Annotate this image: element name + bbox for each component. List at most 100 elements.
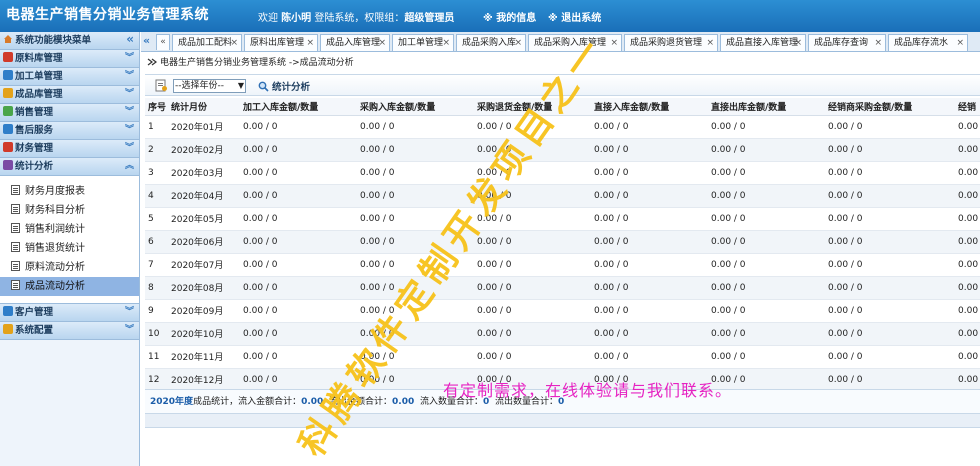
tab[interactable]: 加工单管理 × <box>392 34 454 51</box>
chevron-down-icon[interactable]: ︾ <box>125 122 134 139</box>
module-icon <box>3 88 13 98</box>
stat-analysis-button[interactable]: 统计分析 <box>258 79 310 93</box>
column-header[interactable]: 直接出库金额/数量 <box>708 98 825 116</box>
table-cell: 0.00 / 0 <box>474 322 591 346</box>
close-icon[interactable]: × <box>378 35 386 51</box>
table-cell: 0.00 / 0 <box>240 322 357 346</box>
table-row[interactable]: 3 2020年03月 0.00 / 0 0.00 / 0 0.00 / 0 0.00 / … <box>145 161 980 185</box>
table-cell: 7 <box>145 253 168 277</box>
close-icon[interactable]: × <box>706 35 714 51</box>
sidebar-group[interactable]: 成品库管理 ︾ <box>0 86 139 104</box>
tab[interactable]: 成品采购入库管理 × <box>528 34 622 51</box>
chevron-down-icon[interactable]: ︾ <box>125 304 134 321</box>
table-row[interactable]: 9 2020年09月 0.00 / 0 0.00 / 0 0.00 / 0 0.00 / … <box>145 299 980 323</box>
sidebar-group[interactable]: 系统配置 ︾ <box>0 322 139 340</box>
sidebar-item[interactable]: 原料流动分析 <box>0 258 139 277</box>
table-cell: 0.00 <box>955 345 980 369</box>
sidebar-group[interactable]: 加工单管理 ︾ <box>0 68 139 86</box>
table-row[interactable]: 4 2020年04月 0.00 / 0 0.00 / 0 0.00 / 0 0.00 / … <box>145 184 980 208</box>
tab[interactable]: 原料出库管理 × <box>244 34 318 51</box>
tab[interactable]: 成品采购入库 × <box>456 34 526 51</box>
chevron-up-icon[interactable]: ︽ <box>125 158 134 175</box>
column-header[interactable]: 直接入库金额/数量 <box>591 98 708 116</box>
tab[interactable]: 成品入库管理 × <box>320 34 390 51</box>
close-icon[interactable]: × <box>610 35 618 51</box>
tab[interactable]: 成品采购退货管理 × <box>624 34 718 51</box>
table-row[interactable]: 8 2020年08月 0.00 / 0 0.00 / 0 0.00 / 0 0.00 / … <box>145 276 980 300</box>
table-cell: 0.00 / 0 <box>357 253 474 277</box>
table-row[interactable]: 7 2020年07月 0.00 / 0 0.00 / 0 0.00 / 0 0.00 / … <box>145 253 980 277</box>
year-select[interactable]: --选择年份-- ▼ <box>173 79 246 93</box>
sidebar-item-label: 销售利润统计 <box>25 224 85 235</box>
table-row[interactable]: 6 2020年06月 0.00 / 0 0.00 / 0 0.00 / 0 0.00 / … <box>145 230 980 254</box>
chevron-down-icon[interactable]: ︾ <box>125 50 134 67</box>
my-info-link[interactable]: ※ 我的信息 <box>483 9 536 24</box>
close-icon[interactable]: × <box>874 35 882 51</box>
table-cell: 0.00 / 0 <box>708 230 825 254</box>
table-cell: 0.00 / 0 <box>357 230 474 254</box>
sidebar-group[interactable]: 原料库管理 ︾ <box>0 50 139 68</box>
table-cell: 0.00 / 0 <box>357 299 474 323</box>
tab[interactable]: 成品库存查询 × <box>808 34 886 51</box>
tab[interactable]: 成品库存流水 × <box>888 34 968 51</box>
chevron-down-icon[interactable]: ︾ <box>125 68 134 85</box>
table-cell: 0.00 / 0 <box>240 368 357 392</box>
table-row[interactable]: 5 2020年05月 0.00 / 0 0.00 / 0 0.00 / 0 0.00 / … <box>145 207 980 231</box>
table-cell: 0.00 / 0 <box>591 253 708 277</box>
sidebar: 系统功能模块菜单 « 原料库管理 ︾ 加工单管理 ︾ 成品库管理 ︾ 销售管理 ︾ 售后服务 ︾ 财… <box>0 32 140 466</box>
role-name: 超级管理员 <box>404 13 455 24</box>
table-cell: 0.00 / 0 <box>357 276 474 300</box>
sidebar-item[interactable]: 销售退货统计 <box>0 239 139 258</box>
close-icon[interactable]: × <box>442 35 450 51</box>
close-icon[interactable]: × <box>956 35 964 51</box>
sidebar-group[interactable]: 客户管理 ︾ <box>0 304 139 322</box>
table-row[interactable]: 2 2020年02月 0.00 / 0 0.00 / 0 0.00 / 0 0.00 / … <box>145 138 980 162</box>
welcome-prefix: 欢迎 <box>258 13 278 24</box>
close-icon[interactable]: × <box>230 35 238 51</box>
horizontal-scrollbar[interactable] <box>145 414 980 428</box>
chevron-down-icon[interactable]: ︾ <box>125 104 134 121</box>
column-header[interactable]: 经销商采购金额/数量 <box>825 98 955 116</box>
table-header-row: 序号 统计月份 加工入库金额/数量 采购入库金额/数量 采购退货金额/数量 直接入库金额/… <box>145 98 980 116</box>
column-header[interactable]: 采购入库金额/数量 <box>357 98 474 116</box>
table-cell: 0.00 / 0 <box>240 138 357 162</box>
sidebar-group-label: 原料库管理 <box>15 53 63 64</box>
collapse-sidebar-icon[interactable]: « <box>126 31 134 48</box>
chevron-down-icon[interactable]: ︾ <box>125 322 134 339</box>
chevron-down-icon[interactable]: ︾ <box>125 86 134 103</box>
column-header[interactable]: 加工入库金额/数量 <box>240 98 357 116</box>
close-icon[interactable]: × <box>514 35 522 51</box>
tab[interactable]: 成品直接入库管理 × <box>720 34 806 51</box>
column-header[interactable]: 经销 <box>955 98 980 116</box>
table-cell: 8 <box>145 276 168 300</box>
tab-scroll-mini[interactable]: « <box>156 34 170 50</box>
table-cell: 0.00 / 0 <box>708 299 825 323</box>
chevron-down-icon[interactable]: ︾ <box>125 140 134 157</box>
column-header[interactable]: 采购退货金额/数量 <box>474 98 591 116</box>
column-header[interactable]: 统计月份 <box>168 98 240 116</box>
table-cell: 0.00 / 0 <box>240 276 357 300</box>
sidebar-group[interactable]: 财务管理 ︾ <box>0 140 139 158</box>
table-cell: 0.00 <box>955 253 980 277</box>
sidebar-item[interactable]: 财务科目分析 <box>0 201 139 220</box>
sidebar-group[interactable]: 销售管理 ︾ <box>0 104 139 122</box>
table-row[interactable]: 10 2020年10月 0.00 / 0 0.00 / 0 0.00 / 0 0.00 /… <box>145 322 980 346</box>
sidebar-group[interactable]: 售后服务 ︾ <box>0 122 139 140</box>
sidebar-item[interactable]: 成品流动分析 <box>0 277 139 296</box>
sidebar-item[interactable]: 销售利润统计 <box>0 220 139 239</box>
logout-link[interactable]: ※ 退出系统 <box>548 9 601 24</box>
table-row[interactable]: 1 2020年01月 0.00 / 0 0.00 / 0 0.00 / 0 0.00 / … <box>145 115 980 139</box>
close-icon[interactable]: × <box>794 35 802 51</box>
sidebar-title-label: 系统功能模块菜单 <box>15 35 92 46</box>
flow-table: 序号 统计月份 加工入库金额/数量 采购入库金额/数量 采购退货金额/数量 直接入库金额/… <box>145 98 980 392</box>
tab-scroll-left-icon[interactable]: « <box>143 34 150 47</box>
sidebar-item[interactable]: 财务月度报表 <box>0 182 139 201</box>
sidebar-group[interactable]: 统计分析 ︽ <box>0 158 139 176</box>
column-header[interactable]: 序号 <box>145 98 168 116</box>
close-icon[interactable]: × <box>306 35 314 51</box>
table-cell: 0.00 / 0 <box>591 115 708 139</box>
module-icon <box>3 106 13 116</box>
tab[interactable]: 成品加工配料 × <box>172 34 242 51</box>
table-row[interactable]: 11 2020年11月 0.00 / 0 0.00 / 0 0.00 / 0 0.00 /… <box>145 345 980 369</box>
app-title: 电器生产销售分销业务管理系统 <box>6 7 209 23</box>
